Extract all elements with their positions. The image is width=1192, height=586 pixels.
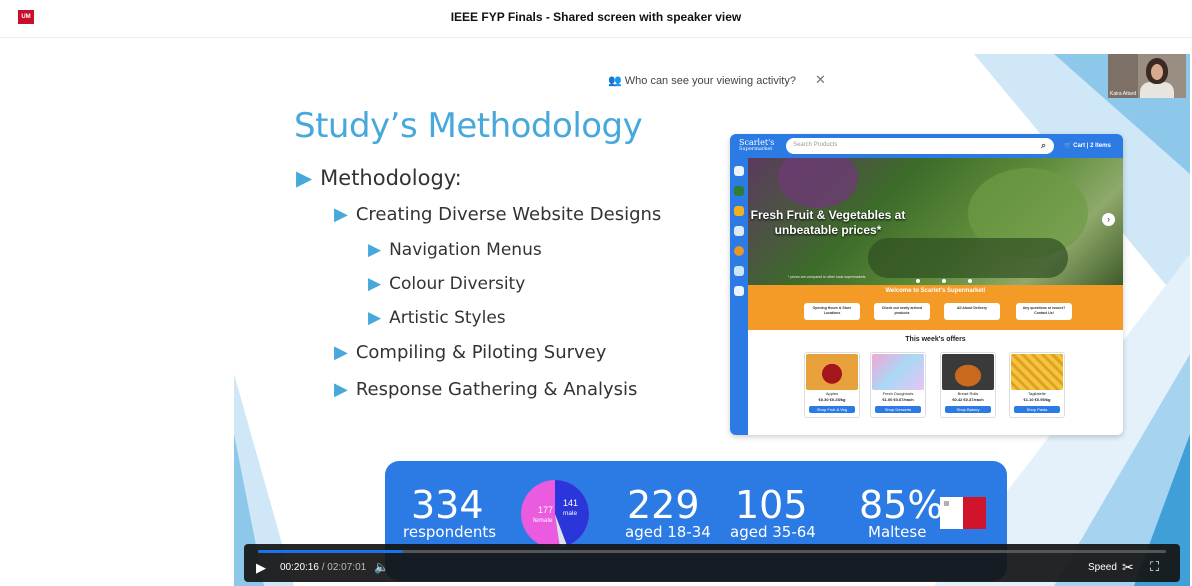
doughnut-image bbox=[872, 354, 924, 390]
privacy-notice: 👥 Who can see your viewing activity? ✕ bbox=[608, 72, 826, 88]
total-time: 02:07:01 bbox=[327, 562, 367, 573]
hero-banner: Fresh Fruit & Vegetables at unbeatable p… bbox=[748, 158, 1123, 285]
info-button: Any questions or issues? Contact Us! bbox=[1016, 303, 1072, 320]
milk-icon bbox=[734, 226, 744, 236]
welcome-strip: Welcome to Scarlet's Supermarket! Openin… bbox=[748, 285, 1123, 330]
bullet-artistic: ▶ Artistic Styles bbox=[368, 308, 506, 328]
speaker-webcam[interactable]: Kaira Attard bbox=[1108, 54, 1186, 98]
triangle-bullet-icon: ▶ bbox=[296, 166, 313, 190]
volume-icon[interactable]: 🔈 bbox=[374, 560, 389, 574]
maltese-label: Maltese bbox=[868, 523, 927, 541]
people-icon: 👥 bbox=[608, 75, 622, 87]
gender-pie-chart: 177 female 141 male bbox=[521, 480, 589, 548]
seek-bar[interactable] bbox=[258, 550, 1166, 553]
bread-image bbox=[942, 354, 994, 390]
female-count: 177 bbox=[538, 505, 553, 515]
privacy-text[interactable]: Who can see your viewing activity? bbox=[625, 75, 796, 87]
broccoli-icon bbox=[734, 186, 744, 196]
aged-18-34-count: 229 bbox=[627, 483, 700, 527]
triangle-bullet-icon: ▶ bbox=[368, 274, 382, 294]
triangle-bullet-icon: ▶ bbox=[334, 379, 348, 400]
info-button: Check out newly arrived products bbox=[874, 303, 930, 320]
aged-18-34-label: aged 18-34 bbox=[625, 523, 711, 541]
current-time: 00:20:16 bbox=[280, 562, 319, 573]
offer-card: Bread Rolls €0.42 €0.37/each Shop Bakery bbox=[940, 352, 996, 418]
offer-card: Tagliatelle €1.10 €0.95/kg Shop Pasta bbox=[1009, 352, 1065, 418]
triangle-bullet-icon: ▶ bbox=[368, 240, 382, 260]
info-button: All About Delivery bbox=[944, 303, 1000, 320]
apple-image bbox=[806, 354, 858, 390]
maltese-percent: 85% bbox=[859, 483, 944, 527]
shop-logo: Scarlet's Supermarket bbox=[739, 138, 775, 153]
cleaning-icon bbox=[734, 266, 744, 276]
info-button: Opening Hours & Store Locations bbox=[804, 303, 860, 320]
home-icon bbox=[734, 166, 744, 176]
phone-icon bbox=[734, 286, 744, 296]
triangle-bullet-icon: ▶ bbox=[334, 342, 348, 363]
hero-text: Fresh Fruit & Vegetables at unbeatable p… bbox=[750, 208, 906, 237]
offer-card: Fresh Doughnuts €1.00 €0.67/each Shop De… bbox=[870, 352, 926, 418]
respondents-label: respondents bbox=[403, 523, 497, 541]
fullscreen-icon[interactable]: ⛶ bbox=[1150, 559, 1159, 575]
shop-search-bar: Search Products ⌕ bbox=[786, 138, 1054, 154]
offer-card: Apples €0.30 €0.25/kg Shop Fruit & Veg bbox=[804, 352, 860, 418]
bullet-methodology: ▶ Methodology: bbox=[296, 166, 462, 190]
shop-header: Scarlet's Supermarket Search Products ⌕ 🛒… bbox=[730, 134, 1123, 158]
top-bar: UM IEEE FYP Finals - Shared screen with … bbox=[0, 0, 1192, 38]
malta-flag-icon bbox=[940, 497, 986, 529]
triangle-bullet-icon: ▶ bbox=[334, 204, 348, 225]
bottle-icon bbox=[734, 206, 744, 216]
bullet-compiling: ▶ Compiling & Piloting Survey bbox=[334, 342, 607, 363]
bullet-creating: ▶ Creating Diverse Website Designs bbox=[334, 204, 662, 225]
clip-scissors-icon[interactable]: ✂ bbox=[1122, 559, 1134, 576]
offers-title: This week's offers bbox=[905, 336, 966, 343]
seek-progress bbox=[258, 550, 404, 553]
hero-note: * prices are compared to other local sup… bbox=[788, 275, 866, 279]
male-count: 141 bbox=[563, 498, 578, 508]
window-title: IEEE FYP Finals - Shared screen with spe… bbox=[450, 10, 742, 24]
triangle-bullet-icon: ▶ bbox=[368, 308, 382, 328]
slide-title: Study’s Methodology bbox=[294, 106, 643, 146]
cookie-icon bbox=[734, 246, 744, 256]
search-icon: ⌕ bbox=[1040, 140, 1046, 150]
bullet-colour: ▶ Colour Diversity bbox=[368, 274, 526, 294]
female-label: female bbox=[533, 517, 553, 524]
speed-button[interactable]: Speed bbox=[1088, 562, 1117, 573]
respondents-count: 334 bbox=[411, 483, 484, 527]
pasta-image bbox=[1011, 354, 1063, 390]
cart-label: 🛒 Cart | 2 Items bbox=[1064, 143, 1111, 149]
shop-sidebar bbox=[730, 158, 748, 435]
male-label: male bbox=[563, 510, 577, 517]
bullet-response: ▶ Response Gathering & Analysis bbox=[334, 379, 638, 400]
bullet-navigation: ▶ Navigation Menus bbox=[368, 240, 542, 260]
aged-35-64-label: aged 35-64 bbox=[730, 523, 816, 541]
carousel-dots bbox=[916, 270, 994, 285]
play-icon[interactable]: ▶ bbox=[256, 560, 266, 576]
chevron-right-icon: › bbox=[1102, 213, 1115, 226]
website-mockup: Scarlet's Supermarket Search Products ⌕ 🛒… bbox=[730, 134, 1123, 435]
aged-35-64-count: 105 bbox=[735, 483, 808, 527]
speaker-name: Kaira Attard bbox=[1110, 91, 1137, 97]
video-controls: ▶ 00:20:16 / 02:07:01 🔈 Speed ✂ ⛶ bbox=[244, 544, 1180, 582]
close-icon[interactable]: ✕ bbox=[815, 72, 826, 87]
time-display: 00:20:16 / 02:07:01 bbox=[280, 562, 367, 573]
